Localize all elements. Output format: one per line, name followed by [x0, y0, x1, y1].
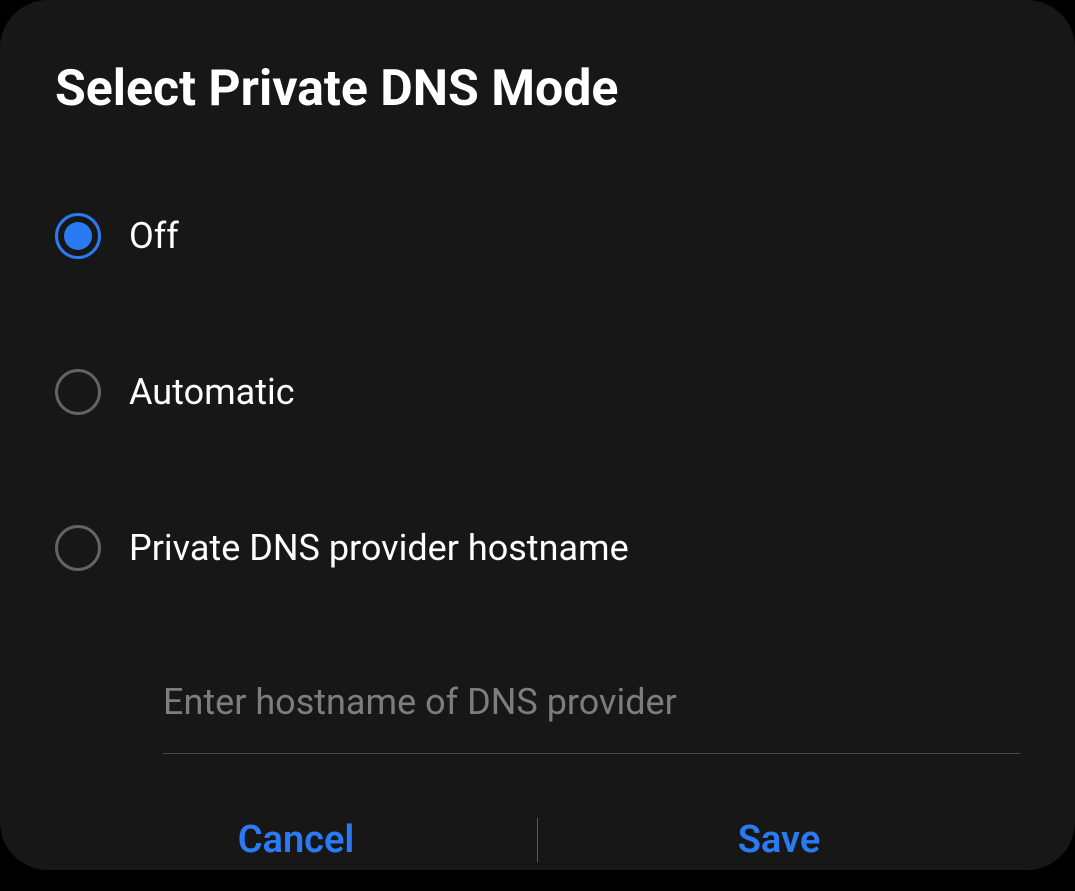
radio-option-off[interactable]: Off — [55, 213, 1020, 259]
hostname-input[interactable] — [163, 669, 1020, 754]
radio-label: Automatic — [129, 371, 295, 413]
radio-label: Off — [129, 215, 179, 257]
radio-label: Private DNS provider hostname — [129, 527, 629, 569]
dns-mode-radio-group: Off Automatic Private DNS provider hostn… — [55, 213, 1020, 571]
dialog-title: Select Private DNS Mode — [55, 60, 1020, 118]
radio-button-icon — [55, 213, 101, 259]
save-button[interactable]: Save — [538, 804, 1020, 876]
private-dns-dialog: Select Private DNS Mode Off Automatic Pr… — [0, 0, 1075, 870]
hostname-input-wrapper — [163, 669, 1020, 754]
radio-option-automatic[interactable]: Automatic — [55, 369, 1020, 415]
radio-button-icon — [55, 369, 101, 415]
radio-button-icon — [55, 525, 101, 571]
dialog-actions: Cancel Save — [55, 804, 1020, 876]
radio-option-provider-hostname[interactable]: Private DNS provider hostname — [55, 525, 1020, 571]
cancel-button[interactable]: Cancel — [55, 804, 537, 876]
